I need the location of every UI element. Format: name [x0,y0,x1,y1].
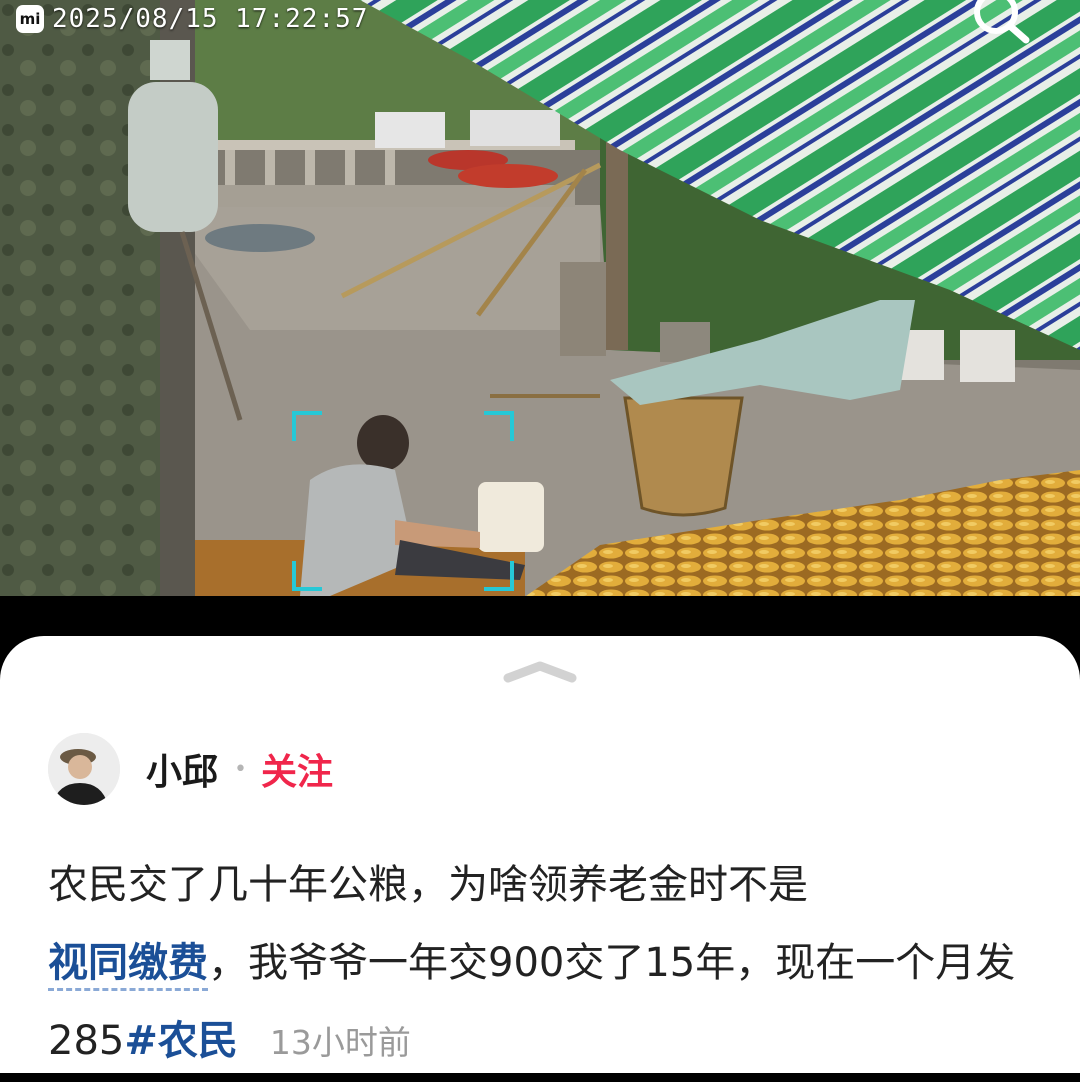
post-time: 13小时前 [269,1023,411,1062]
timestamp-text: 2025/08/15 17:22:57 [52,4,369,34]
author-name[interactable]: 小邱 [146,743,218,795]
search-icon [974,0,1030,44]
post-content: 农民交了几十年公粮，为啥领养老金时不是 视同缴费，我爷爷一年交900交了15年，现… [48,846,1048,1082]
avatar[interactable] [48,733,120,805]
camera-video-frame[interactable]: mi 2025/08/15 17:22:57 [0,0,1080,596]
farmyard-scene-image [0,0,1080,596]
follow-button[interactable]: 关注 [261,743,333,795]
avatar-image [48,733,120,805]
sheet-handle-icon[interactable] [502,660,578,684]
mi-logo-icon: mi [16,5,44,33]
search-button[interactable] [960,0,1040,50]
separator-dot: • [234,756,247,782]
post-text-part1: 农民交了几十年公粮，为啥领养老金时不是 [48,862,808,908]
focus-frame-icon [292,411,514,591]
camera-timestamp: mi 2025/08/15 17:22:57 [16,2,368,36]
topic-link[interactable]: 视同缴费 [48,940,208,991]
author-row: 小邱 • 关注 [48,733,333,805]
hashtag-link[interactable]: #农民 [124,1018,238,1064]
